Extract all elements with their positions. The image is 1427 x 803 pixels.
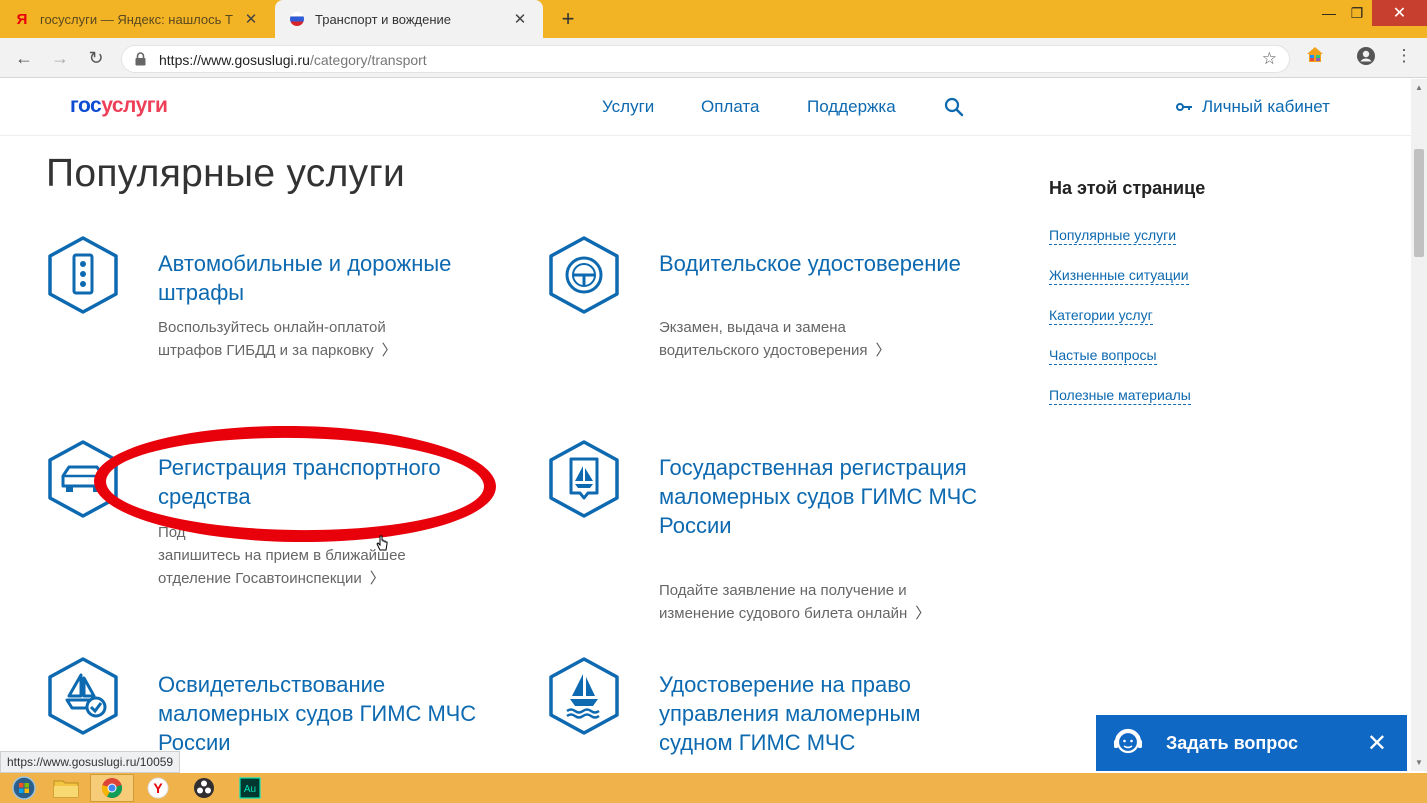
audition-icon[interactable]: Au <box>228 774 272 802</box>
card-title[interactable]: Автомобильные и дорожные штрафы <box>158 249 488 307</box>
browser-menu-icon[interactable]: ⋮ <box>1392 46 1416 66</box>
file-explorer-icon[interactable] <box>44 774 88 802</box>
chevron-right-icon: 〉 <box>381 342 397 359</box>
russia-flag-favicon-icon <box>289 11 305 27</box>
support-agent-icon <box>1114 728 1142 754</box>
nav-oplata[interactable]: Оплата <box>701 97 759 117</box>
boat-check-icon <box>48 657 118 735</box>
page-scrollbar[interactable]: ▲ ▼ <box>1411 79 1427 771</box>
boat-waves-icon <box>549 657 619 735</box>
tab-title: Транспорт и вождение <box>315 11 452 27</box>
cabinet-label: Личный кабинет <box>1202 97 1330 116</box>
toc-link-materials[interactable]: Полезные материалы <box>1049 386 1191 405</box>
back-arrow-icon[interactable]: ← <box>12 46 36 70</box>
site-header: госуслуги Услуги Оплата Поддержка Личный… <box>0 79 1411 136</box>
profile-avatar-icon[interactable] <box>1354 46 1378 71</box>
chrome-taskbar-icon[interactable] <box>90 774 134 802</box>
page-title: Популярные услуги <box>46 152 406 195</box>
search-icon[interactable] <box>944 97 964 117</box>
close-icon[interactable]: ✕ <box>1367 729 1387 758</box>
personal-cabinet-link[interactable]: Личный кабинет <box>1176 97 1330 117</box>
svg-text:Au: Au <box>244 784 256 795</box>
browser-tab-strip: Я госуслуги — Яндекс: нашлось Т ✕ Трансп… <box>0 0 1427 38</box>
reload-icon[interactable]: ↻ <box>84 46 108 70</box>
status-bar-url: https://www.gosuslugi.ru/10059 <box>0 751 181 773</box>
steering-wheel-icon <box>549 236 619 314</box>
card-title[interactable]: Водительское удостоверение <box>659 249 989 278</box>
chevron-right-icon: 〉 <box>369 570 385 587</box>
yandex-favicon-icon: Я <box>16 10 28 28</box>
bookmark-star-icon[interactable]: ☆ <box>1262 49 1277 69</box>
ask-question-widget[interactable]: Задать вопрос ✕ <box>1096 715 1407 771</box>
toc-link-popular[interactable]: Популярные услуги <box>1049 226 1177 245</box>
scroll-thumb[interactable] <box>1414 149 1424 257</box>
toc-link-categories[interactable]: Категории услуг <box>1049 306 1153 325</box>
yandex-browser-icon[interactable]: Y <box>136 774 180 802</box>
toc-heading: На этой странице <box>1049 178 1206 198</box>
url-text: https://www.gosuslugi.ru/category/transp… <box>159 52 427 68</box>
svg-text:Y: Y <box>153 780 163 796</box>
ask-question-label: Задать вопрос <box>1166 732 1299 753</box>
window-close-icon[interactable]: ✕ <box>1372 0 1427 26</box>
key-icon <box>1176 99 1193 116</box>
page-viewport: госуслуги Услуги Оплата Поддержка Личный… <box>0 79 1411 771</box>
scroll-down-icon[interactable]: ▼ <box>1414 758 1424 767</box>
gosuslugi-logo[interactable]: госуслуги <box>70 94 168 118</box>
tab-close-icon[interactable]: ✕ <box>511 10 529 28</box>
card-description: Подайте заявление на получение и изменен… <box>659 579 979 625</box>
card-title[interactable]: Освидетельствование маломерных судов ГИМ… <box>158 670 488 757</box>
toc-link-faq[interactable]: Частые вопросы <box>1049 346 1157 365</box>
traffic-light-icon <box>48 236 118 314</box>
tab-yandex-search[interactable]: Я госуслуги — Яндекс: нашлось Т ✕ <box>0 0 274 38</box>
address-bar[interactable]: https://www.gosuslugi.ru/category/transp… <box>121 45 1290 73</box>
obs-icon[interactable] <box>182 774 226 802</box>
tab-transport[interactable]: Транспорт и вождение ✕ <box>275 0 543 38</box>
hand-cursor-icon <box>376 535 388 551</box>
toc-link-life-situations[interactable]: Жизненные ситуации <box>1049 266 1189 285</box>
nav-podderzhka[interactable]: Поддержка <box>807 97 896 117</box>
card-description: Экзамен, выдача и замена водительского у… <box>659 316 979 362</box>
chevron-right-icon: 〉 <box>875 342 891 359</box>
annotation-ellipse <box>93 423 497 545</box>
on-this-page-nav: На этой странице Популярные услуги Жизне… <box>1049 178 1205 426</box>
tab-title: госуслуги — Яндекс: нашлось Т <box>40 11 233 27</box>
start-button-icon[interactable] <box>2 774 46 802</box>
new-tab-icon[interactable]: + <box>555 6 581 32</box>
os-taskbar: Y Au <box>0 773 1427 803</box>
card-title[interactable]: Удостоверение на право управления маломе… <box>659 670 989 757</box>
card-title[interactable]: Государственная регистрация маломерных с… <box>659 453 989 540</box>
forward-arrow-icon[interactable]: → <box>48 46 72 70</box>
tab-close-icon[interactable]: ✕ <box>242 10 260 28</box>
boat-document-icon <box>549 440 619 518</box>
nav-uslugi[interactable]: Услуги <box>602 97 654 117</box>
scroll-up-icon[interactable]: ▲ <box>1414 83 1424 92</box>
card-description: Воспользуйтесь онлайн-оплатой штрафов ГИ… <box>158 316 478 362</box>
lock-icon <box>135 52 146 66</box>
extension-house-icon[interactable] <box>1303 46 1327 69</box>
chevron-right-icon: 〉 <box>915 605 931 622</box>
